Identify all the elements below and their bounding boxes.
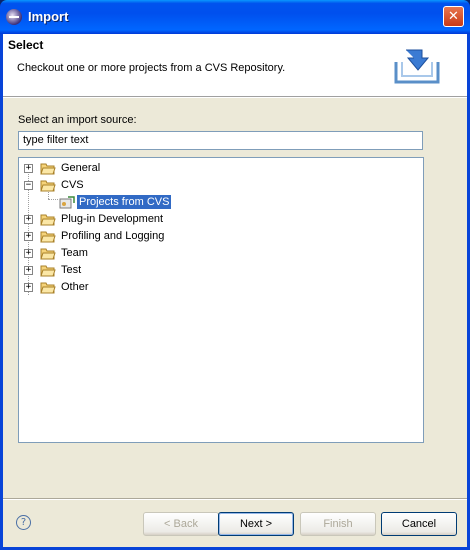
collapse-icon[interactable]: − — [24, 181, 33, 190]
import-source-tree[interactable]: + General − CVS Projects from CVS + Plug… — [18, 157, 424, 443]
dialog-client-area: Select Checkout one or more projects fro… — [3, 34, 467, 547]
tree-item-label: Test — [61, 264, 82, 276]
tree-item-label: CVS — [61, 179, 84, 191]
folder-icon — [40, 265, 56, 277]
folder-icon — [40, 214, 56, 226]
cancel-button[interactable]: Cancel — [381, 512, 457, 536]
window-title: Import — [28, 9, 69, 24]
tree-item-other[interactable]: + Other — [19, 280, 179, 296]
cvs-checkout-icon — [59, 196, 75, 209]
expand-icon[interactable]: + — [24, 164, 33, 173]
tree-item-label: Other — [61, 281, 89, 293]
page-title: Select — [8, 38, 44, 52]
tree-item-label: Team — [61, 247, 88, 259]
tree-item-label: Profiling and Logging — [61, 230, 165, 242]
page-description: Checkout one or more projects from a CVS… — [17, 62, 286, 74]
back-button[interactable]: < Back — [143, 512, 219, 536]
help-icon[interactable]: ? — [16, 515, 31, 530]
folder-icon — [40, 282, 56, 294]
close-button[interactable]: ✕ — [443, 6, 464, 27]
expand-icon[interactable]: + — [24, 232, 33, 241]
expand-icon[interactable]: + — [24, 215, 33, 224]
finish-button[interactable]: Finish — [300, 512, 376, 536]
tree-item-plugin-development[interactable]: + Plug-in Development — [19, 212, 219, 228]
wizard-header: Select Checkout one or more projects fro… — [3, 34, 467, 97]
folder-icon — [40, 248, 56, 260]
import-source-label: Select an import source: — [18, 114, 137, 126]
tree-item-general[interactable]: + General — [19, 161, 179, 177]
tree-item-label: General — [61, 162, 101, 174]
button-bar-divider-highlight — [3, 499, 467, 500]
tree-item-cvs[interactable]: − CVS — [19, 178, 179, 194]
expand-icon[interactable]: + — [24, 283, 33, 292]
expand-icon[interactable]: + — [24, 249, 33, 258]
folder-icon — [40, 163, 56, 175]
import-dialog: Import ✕ Select Checkout one or more pro… — [0, 0, 470, 550]
title-bar[interactable]: Import ✕ — [0, 0, 470, 34]
filter-input[interactable]: type filter text — [18, 131, 423, 150]
folder-open-icon — [40, 180, 56, 192]
expand-icon[interactable]: + — [24, 266, 33, 275]
tree-item-label: Projects from CVS — [77, 195, 172, 209]
tree-item-projects-from-cvs[interactable]: Projects from CVS — [19, 195, 219, 211]
eclipse-icon — [6, 9, 22, 25]
tree-item-team[interactable]: + Team — [19, 246, 179, 262]
tree-item-profiling-and-logging[interactable]: + Profiling and Logging — [19, 229, 219, 245]
next-button[interactable]: Next > — [218, 512, 294, 536]
tree-item-label: Plug-in Development — [61, 213, 164, 225]
header-divider — [3, 97, 467, 98]
import-wizard-icon — [394, 49, 440, 84]
folder-icon — [40, 231, 56, 243]
tree-item-test[interactable]: + Test — [19, 263, 179, 279]
